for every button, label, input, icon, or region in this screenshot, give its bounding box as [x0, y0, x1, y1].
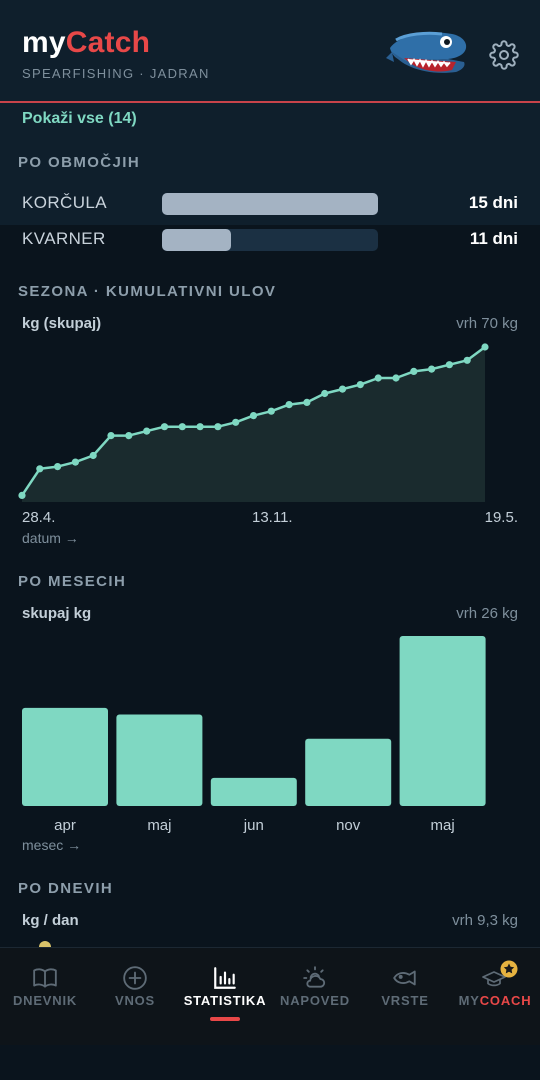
book-icon — [33, 968, 57, 988]
season-x-tick: 28.4. — [22, 509, 56, 526]
region-bar-fill — [162, 229, 232, 251]
season-point — [107, 432, 115, 440]
nav-label: DNEVNIK — [12, 993, 78, 1008]
plus-circle-icon — [123, 966, 147, 990]
season-point — [303, 398, 311, 406]
monthly-section-title: PO MESECIH — [18, 573, 127, 590]
season-point — [249, 412, 258, 420]
show-all-link[interactable]: Pokaži vse (14) — [22, 110, 137, 128]
monthly-bar — [305, 738, 392, 806]
region-row[interactable]: KVARNER 11 dni — [0, 227, 540, 253]
monthly-bar — [210, 777, 297, 806]
season-point — [321, 389, 329, 398]
season-x-tick: 13.11. — [252, 509, 293, 526]
season-point — [89, 451, 97, 460]
season-x-tick: 19.5. — [484, 509, 518, 526]
nav-statistika[interactable]: STATISTIKA — [180, 948, 270, 1046]
region-bar-track — [162, 229, 378, 251]
season-point — [178, 423, 186, 431]
season-point — [374, 374, 382, 382]
shark-mascot-icon — [386, 31, 467, 73]
season-point — [285, 401, 293, 409]
bar-chart-icon — [214, 967, 236, 989]
app-logo: myCatch — [22, 26, 150, 60]
season-point — [36, 465, 44, 473]
season-x-label: datum → — [22, 530, 79, 546]
nav-label: VNOS — [114, 993, 156, 1008]
logo-catch: Catch — [65, 26, 151, 59]
region-bar-fill — [162, 193, 378, 215]
monthly-x-tick: nov — [336, 817, 361, 834]
season-point — [392, 374, 400, 382]
coach-suffix: COACH — [479, 993, 532, 1008]
active-tab-indicator — [210, 1017, 240, 1021]
season-point — [54, 463, 62, 471]
monthly-bar — [116, 714, 203, 806]
nav-label: NAPOVED — [280, 993, 350, 1008]
daily-peak: vrh 9,3 kg — [452, 912, 518, 929]
region-name: KVARNER — [22, 229, 106, 248]
weather-icon — [303, 966, 326, 988]
region-value: 11 dni — [469, 229, 518, 248]
coach-prefix: MY — [458, 993, 480, 1008]
season-point — [71, 458, 79, 466]
daily-y-label: kg / dan — [22, 912, 79, 929]
season-point — [338, 385, 347, 393]
monthly-x-tick: apr — [54, 817, 76, 834]
nav-vrste[interactable]: VRSTE — [360, 948, 450, 1046]
region-name: KORČULA — [22, 193, 107, 212]
nav-label: STATISTIKA — [183, 993, 267, 1008]
season-point — [356, 381, 364, 389]
season-point — [410, 367, 418, 375]
monthly-x-tick: jun — [243, 817, 264, 834]
regions-section-title: PO OBMOČJIH — [18, 154, 141, 171]
monthly-bar — [22, 707, 108, 806]
region-bar-track — [162, 193, 378, 215]
app-subtitle: SPEARFISHING · JADRAN — [22, 66, 210, 81]
season-point — [445, 361, 453, 369]
nav-napoved[interactable]: NAPOVED — [270, 948, 360, 1046]
fish-icon — [393, 970, 416, 986]
logo-my: my — [22, 26, 66, 59]
star-badge-icon — [500, 960, 518, 978]
settings-gear-icon[interactable] — [489, 40, 519, 70]
season-point — [428, 365, 436, 373]
nav-label: VRSTE — [381, 993, 429, 1008]
season-section-title: SEZONA · KUMULATIVNI ULOV — [18, 283, 277, 300]
region-value: 15 dni — [468, 193, 518, 212]
bottom-navigation: DNEVNIK VNOS STATISTIKA NAPOVED VRSTE MY… — [0, 947, 540, 1045]
monthly-bar — [399, 636, 486, 806]
season-point — [232, 418, 240, 426]
region-row[interactable]: KORČULA 15 dni — [0, 191, 540, 217]
nav-mycoach[interactable]: MYCOACH — [450, 948, 540, 1046]
season-point — [481, 343, 489, 351]
nav-label: MYCOACH — [450, 993, 540, 1008]
daily-section-title: PO DNEVIH — [18, 880, 114, 897]
monthly-x-tick: maj — [147, 817, 171, 834]
season-point — [214, 423, 222, 431]
nav-dnevnik[interactable]: DNEVNIK — [0, 948, 90, 1046]
bottom-safe-area — [0, 1045, 540, 1080]
monthly-bar-chart: apr maj jun nov maj — [22, 636, 486, 834]
monthly-x-tick: maj — [431, 817, 455, 834]
monthly-x-label: mesec → — [22, 837, 82, 853]
season-point — [160, 423, 169, 431]
season-line-chart — [18, 343, 489, 502]
season-point — [143, 427, 151, 435]
season-point — [463, 356, 471, 364]
season-point — [18, 491, 26, 499]
season-point — [125, 432, 133, 440]
season-point — [267, 407, 275, 415]
season-point — [196, 423, 204, 431]
nav-vnos[interactable]: VNOS — [90, 948, 180, 1046]
